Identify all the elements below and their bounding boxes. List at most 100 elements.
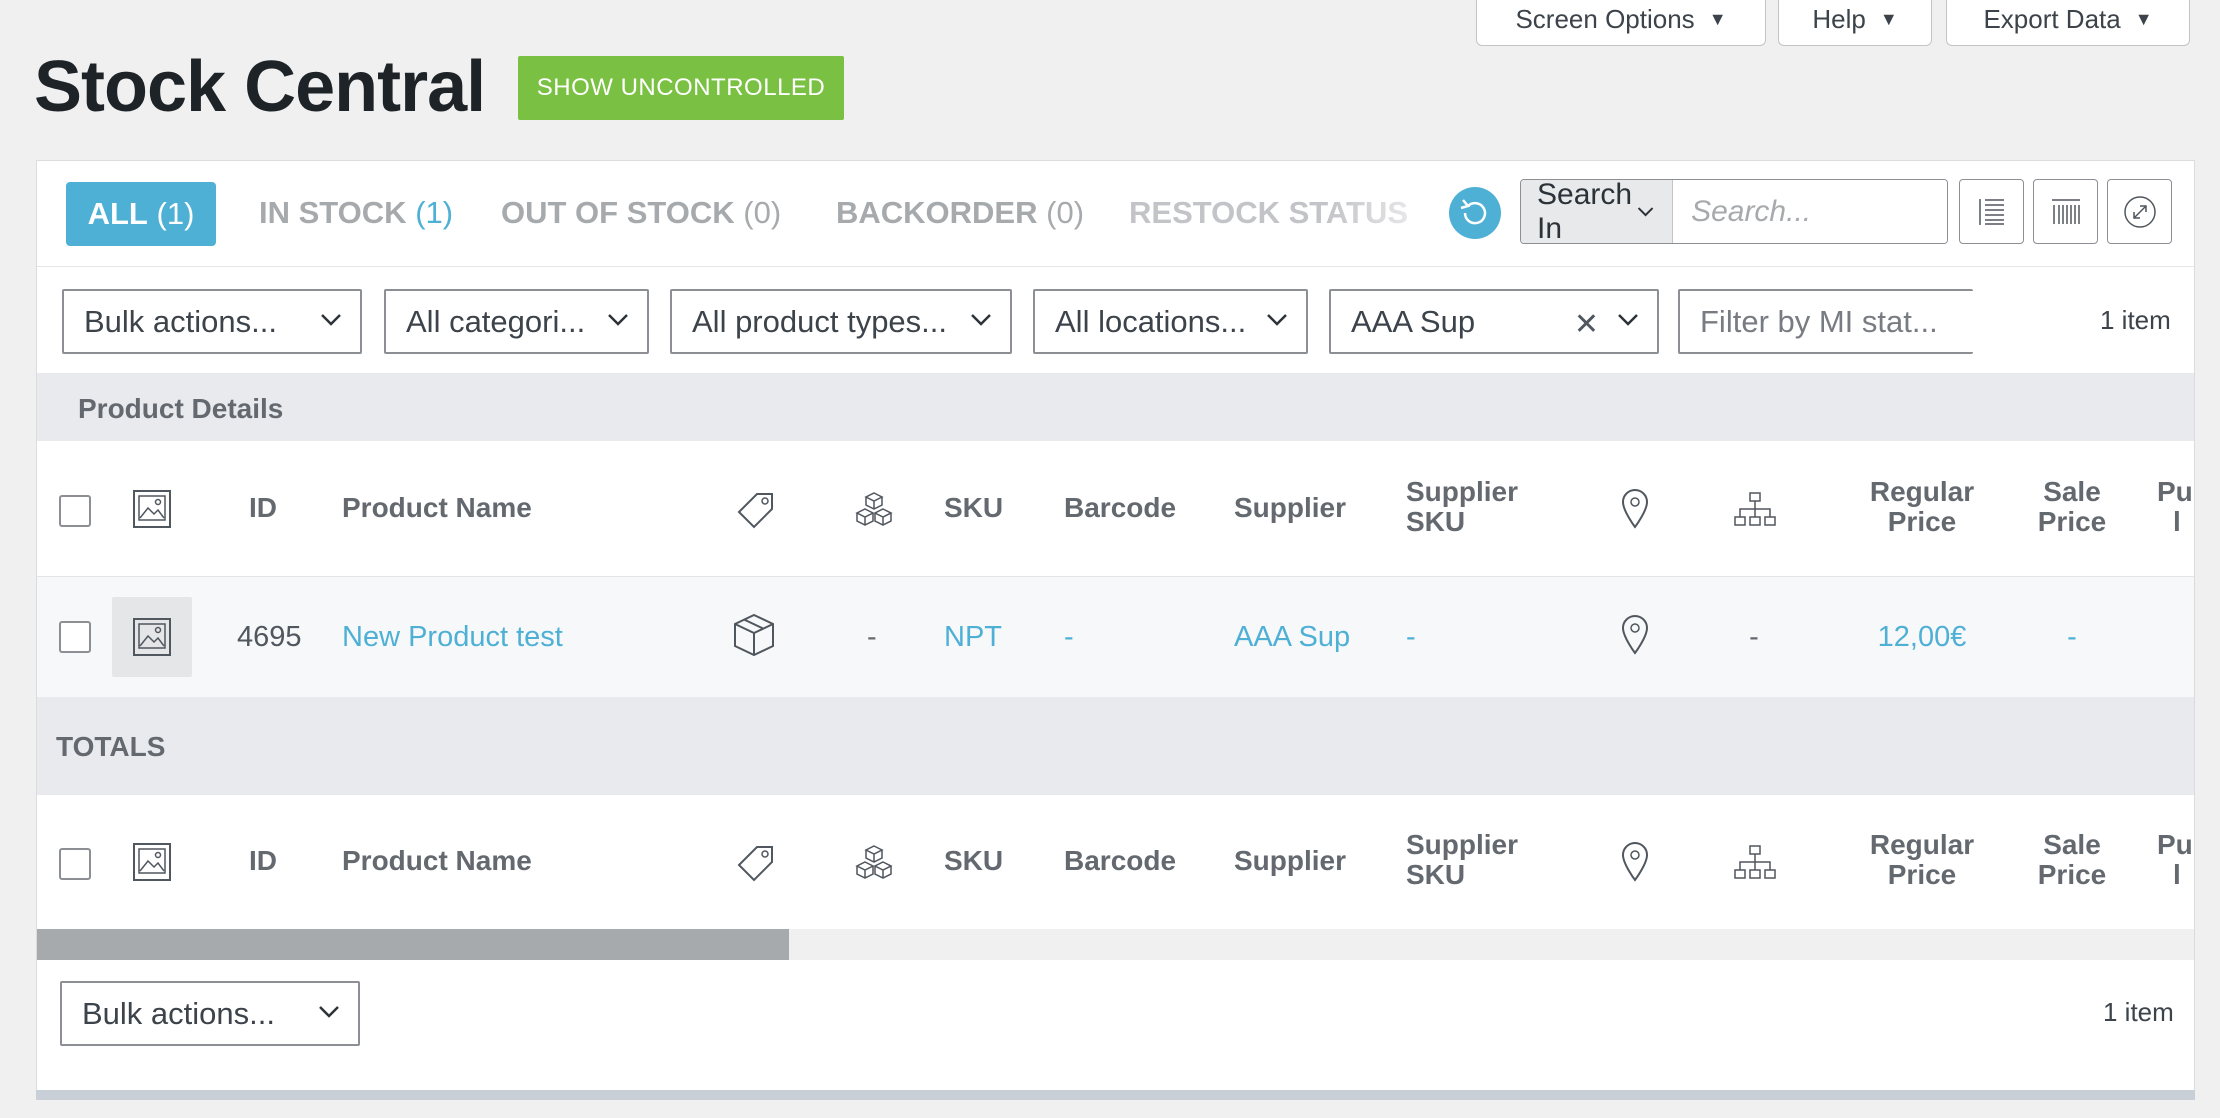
row-hierarchy: - <box>1749 621 1759 653</box>
col-sale-price-footer[interactable]: Sale Price <box>2027 830 2117 890</box>
product-types-select[interactable]: All product types... <box>670 289 1012 354</box>
list-lines-icon <box>1978 198 2004 225</box>
product-types-value: All product types... <box>692 303 948 339</box>
col-supplier-sku-line1: Supplier <box>1406 829 1519 860</box>
bulk-actions-bottom-value: Bulk actions... <box>82 995 275 1031</box>
chevron-down-icon <box>608 314 628 326</box>
location-pin-icon <box>1621 489 1649 529</box>
col-id-footer[interactable]: ID <box>249 846 277 876</box>
tabs-fade <box>1327 185 1467 245</box>
col-regular-price-line1: Regular <box>1869 829 1975 860</box>
location-pin-icon[interactable] <box>1620 613 1650 655</box>
col-product-name-footer[interactable]: Product Name <box>342 846 532 876</box>
row-sku[interactable]: NPT <box>944 621 1002 654</box>
col-supplier-footer[interactable]: Supplier <box>1234 846 1346 876</box>
stock-cubes-icon <box>855 492 893 526</box>
search-box: Search In <box>1520 179 1948 244</box>
triangle-down-icon: ▼ <box>1879 8 1898 29</box>
tabs-divider <box>37 266 2194 267</box>
compact-view-button[interactable] <box>1959 179 2024 244</box>
tab-out-of-stock-count: (0) <box>743 195 782 230</box>
col-regular-price-line2: Price <box>1887 859 1957 890</box>
clear-icon[interactable]: ✕ <box>1574 307 1599 342</box>
locations-select[interactable]: All locations... <box>1033 289 1308 354</box>
mi-status-select[interactable]: Filter by MI stat... <box>1678 289 1973 354</box>
product-details-band <box>37 373 2194 441</box>
col-purchase-price-line2: l <box>2173 859 2181 890</box>
scrollbar-thumb[interactable] <box>37 929 789 960</box>
screen-options-button[interactable]: Screen Options ▼ <box>1476 0 1766 46</box>
bulk-actions-select[interactable]: Bulk actions... <box>62 289 362 354</box>
tab-all-count: (1) <box>156 196 195 231</box>
col-purchase-price-footer[interactable]: Pu l <box>2157 830 2193 890</box>
row-supplier[interactable]: AAA Sup <box>1234 621 1350 654</box>
col-supplier-sku[interactable]: Supplier SKU <box>1406 477 1518 537</box>
header-divider <box>37 576 2194 577</box>
col-regular-price[interactable]: Regular Price <box>1847 477 1997 537</box>
tab-backorder[interactable]: BACKORDER (0) <box>836 195 1084 231</box>
col-supplier-sku-footer[interactable]: Supplier SKU <box>1406 830 1518 890</box>
col-regular-price-line2: Price <box>1887 506 1957 537</box>
barcode-button[interactable] <box>2033 179 2098 244</box>
row-stock: - <box>867 621 877 653</box>
col-purchase-price[interactable]: Pu l <box>2157 477 2193 537</box>
bulk-actions-select-bottom[interactable]: Bulk actions... <box>60 981 360 1046</box>
row-supplier-sku[interactable]: - <box>1406 621 1416 654</box>
select-all-checkbox-footer[interactable] <box>59 848 91 880</box>
col-barcode[interactable]: Barcode <box>1064 493 1176 523</box>
chevron-down-icon <box>1267 314 1287 326</box>
expand-button[interactable] <box>2107 179 2172 244</box>
col-supplier-sku-line2: SKU <box>1406 859 1466 890</box>
triangle-down-icon: ▼ <box>2134 8 2153 29</box>
page-title: Stock Central <box>34 47 486 127</box>
search-in-dropdown[interactable]: Search In <box>1521 180 1674 243</box>
chevron-down-icon <box>319 1006 339 1018</box>
triangle-down-icon: ▼ <box>1708 8 1727 29</box>
select-all-checkbox[interactable] <box>59 495 91 527</box>
locations-value: All locations... <box>1055 303 1247 339</box>
tag-icon <box>737 846 773 882</box>
item-count-top: 1 item <box>2100 305 2171 335</box>
tab-in-stock[interactable]: IN STOCK (1) <box>259 195 453 231</box>
supplier-value: AAA Sup <box>1351 303 1476 339</box>
simple-product-box-icon <box>734 613 774 657</box>
stock-cubes-icon <box>855 845 893 879</box>
image-column-icon <box>133 843 171 881</box>
row-sale-price[interactable]: - <box>2027 621 2117 654</box>
tab-backorder-count: (0) <box>1046 195 1085 230</box>
image-placeholder-icon <box>133 618 171 656</box>
col-id[interactable]: ID <box>249 493 277 523</box>
hierarchy-icon <box>1734 845 1776 879</box>
image-column-icon <box>133 490 171 528</box>
export-data-button[interactable]: Export Data ▼ <box>1946 0 2190 46</box>
col-sale-price[interactable]: Sale Price <box>2027 477 2117 537</box>
col-supplier[interactable]: Supplier <box>1234 493 1346 523</box>
bulk-actions-value: Bulk actions... <box>84 303 277 339</box>
col-sale-price-line2: Price <box>2037 859 2107 890</box>
tab-all[interactable]: ALL (1) <box>66 182 216 246</box>
chevron-down-icon <box>1637 206 1654 216</box>
totals-label: TOTALS <box>56 731 166 762</box>
col-product-name[interactable]: Product Name <box>342 493 532 523</box>
tab-out-of-stock[interactable]: OUT OF STOCK (0) <box>501 195 781 231</box>
help-button[interactable]: Help ▼ <box>1778 0 1932 46</box>
supplier-select[interactable]: AAA Sup ✕ <box>1329 289 1659 354</box>
refresh-button[interactable] <box>1449 187 1501 239</box>
tab-all-label: ALL <box>87 196 148 231</box>
search-input[interactable] <box>1673 180 1947 243</box>
show-uncontrolled-button[interactable]: SHOW UNCONTROLLED <box>518 56 844 120</box>
expand-icon <box>2123 195 2156 228</box>
row-barcode[interactable]: - <box>1064 621 1074 654</box>
row-regular-price[interactable]: 12,00€ <box>1847 621 1997 654</box>
chevron-down-icon <box>1618 314 1638 326</box>
categories-select[interactable]: All categori... <box>384 289 649 354</box>
row-product-name[interactable]: New Product test <box>342 621 563 654</box>
col-regular-price-footer[interactable]: Regular Price <box>1847 830 1997 890</box>
row-checkbox[interactable] <box>59 621 91 653</box>
col-sku-footer[interactable]: SKU <box>944 846 1003 876</box>
col-purchase-price-line2: l <box>2173 506 2181 537</box>
location-pin-icon <box>1621 842 1649 882</box>
tag-icon <box>737 493 773 529</box>
col-sku[interactable]: SKU <box>944 493 1003 523</box>
col-barcode-footer[interactable]: Barcode <box>1064 846 1176 876</box>
